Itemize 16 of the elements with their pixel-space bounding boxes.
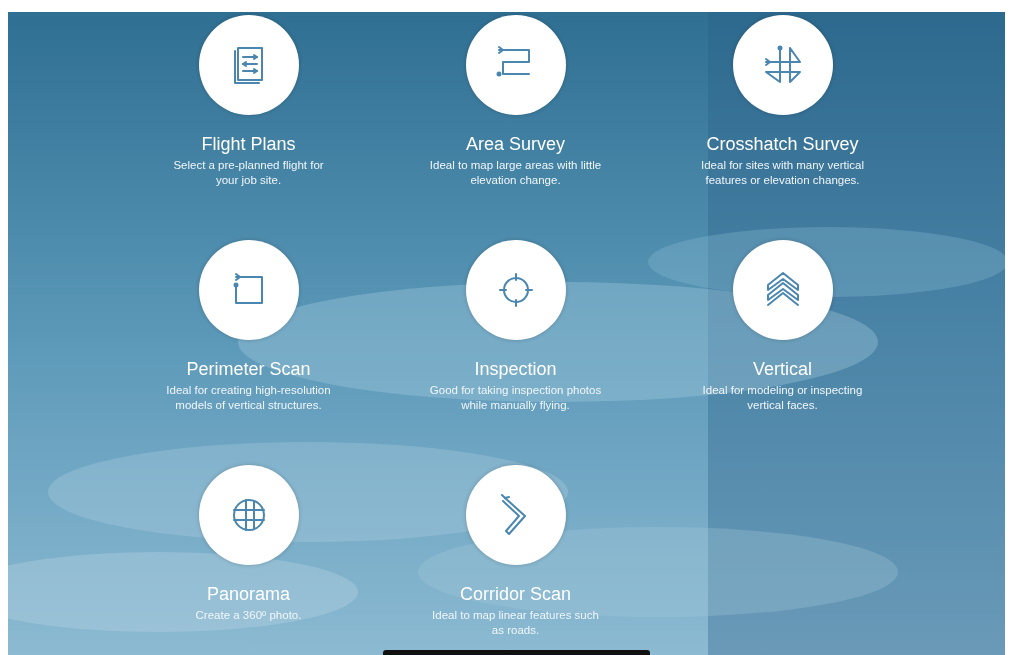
- mode-title: Area Survey: [465, 133, 565, 155]
- mode-title: Inspection: [474, 358, 557, 380]
- mode-description: Create a 360º photo.: [194, 608, 303, 623]
- mode-description: Ideal for sites with many vertical features or elevation changes.: [700, 158, 865, 188]
- mode-description: Ideal for modeling or inspecting vertical faces.: [701, 383, 864, 413]
- mode-title: Vertical: [753, 358, 812, 380]
- mode-description: Ideal to map linear features such as roads.: [431, 608, 600, 638]
- mode-title: Perimeter Scan: [186, 358, 311, 380]
- mode-title: Flight Plans: [201, 133, 296, 155]
- mode-title: Panorama: [206, 583, 291, 605]
- mode-description: Ideal to map large areas with little elevation change.: [428, 158, 603, 188]
- mode-description: Ideal for creating high-resolution models of vertical structures.: [165, 383, 332, 413]
- mode-title: Corridor Scan: [459, 583, 571, 605]
- mode-description: Good for taking inspection photos while manually flying.: [428, 383, 603, 413]
- mode-description: Select a pre-planned flight for your job site.: [172, 158, 325, 188]
- mode-title: Crosshatch Survey: [706, 133, 859, 155]
